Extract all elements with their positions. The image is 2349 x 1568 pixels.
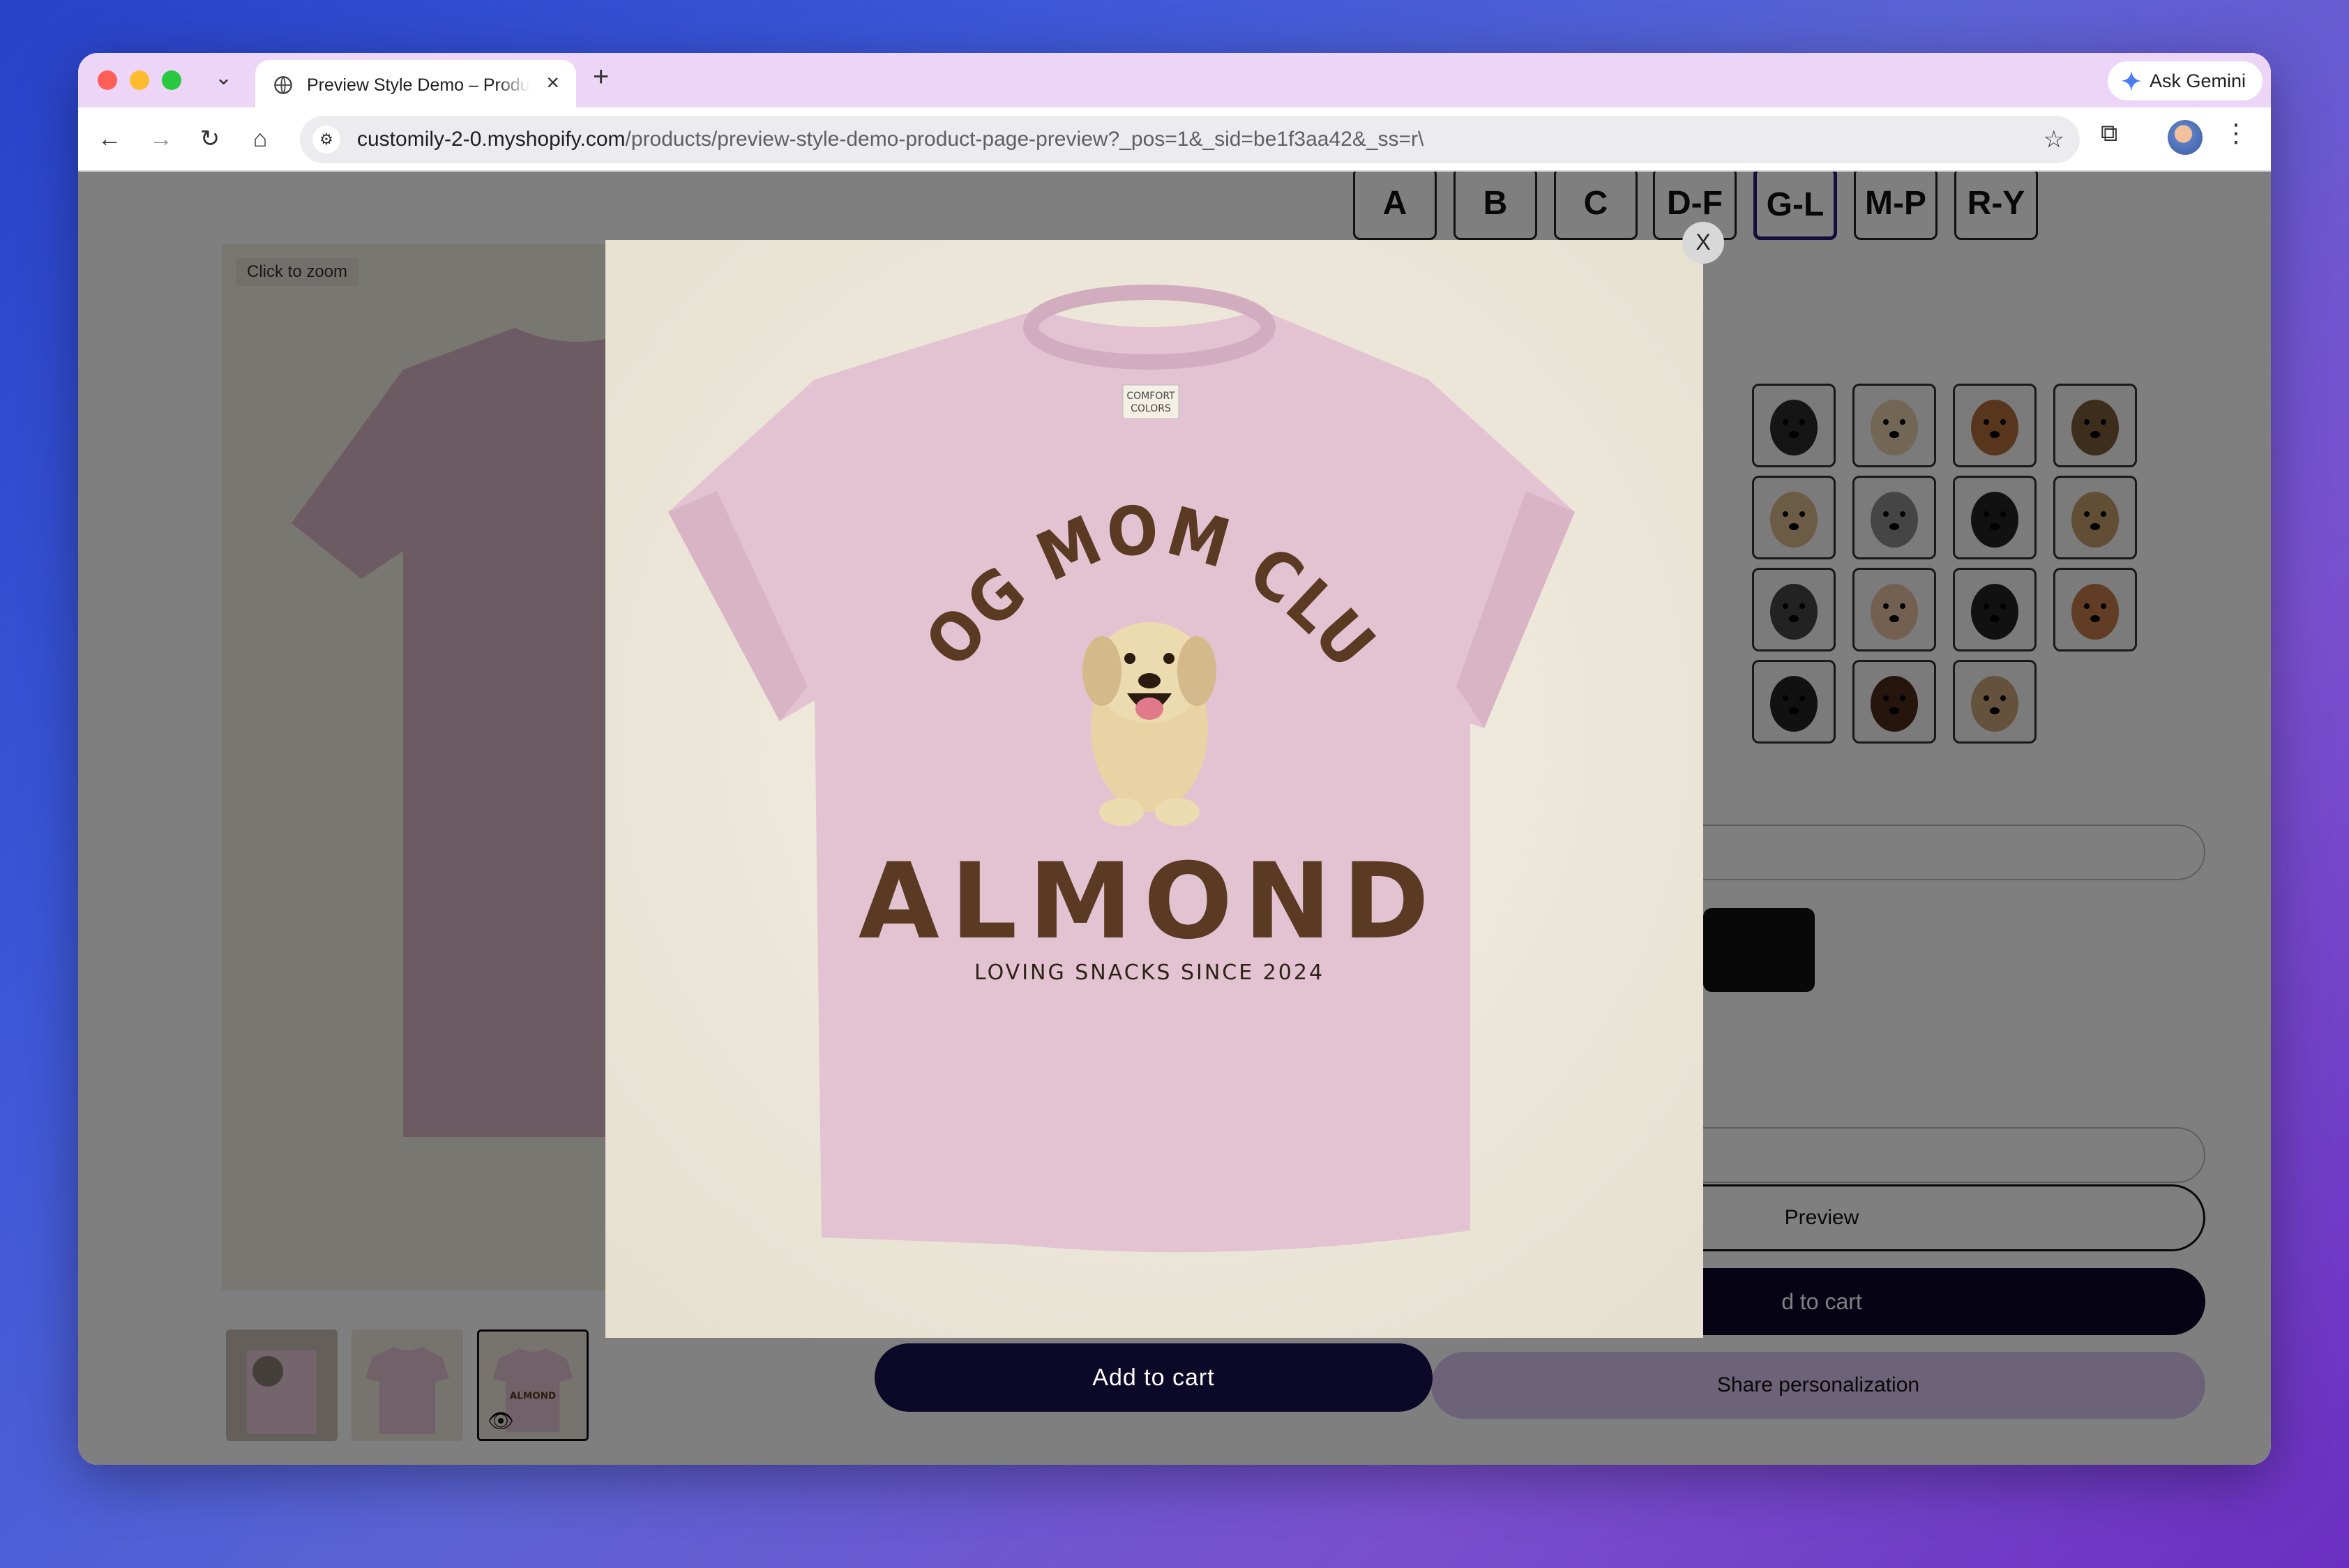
product-page: Click to zoom ALMOND 👁 ABCD-FG-LM-PR-Y P…	[78, 172, 2271, 1465]
maximize-window-button[interactable]	[162, 70, 181, 90]
ask-gemini-label: Ask Gemini	[2149, 70, 2246, 91]
back-icon[interactable]: ←	[92, 121, 127, 156]
modal-close-button[interactable]: X	[1682, 222, 1724, 264]
add-to-cart-button[interactable]: Add to cart	[875, 1343, 1433, 1412]
forward-icon[interactable]: →	[144, 121, 179, 156]
preview-modal: COMFORT COLORS DOG MOM CLUB	[605, 240, 1703, 1338]
globe-icon	[274, 76, 292, 94]
gemini-sparkle-icon	[2121, 70, 2142, 91]
avatar[interactable]	[2168, 120, 2203, 155]
tab-title: Preview Style Demo – Product	[307, 75, 530, 95]
home-icon[interactable]: ⌂	[243, 121, 278, 156]
url-domain: customily-2-0.myshopify.com	[357, 128, 626, 151]
add-to-cart-label: Add to cart	[1092, 1364, 1215, 1391]
minimize-window-button[interactable]	[130, 70, 149, 90]
star-icon[interactable]: ☆	[2044, 126, 2064, 153]
browser-window: ⌄ Preview Style Demo – Product × + Ask G…	[78, 53, 2271, 1465]
puzzle-icon[interactable]: ⧉	[2101, 120, 2117, 147]
url-text[interactable]: customily-2-0.myshopify.com/products/pre…	[357, 128, 1423, 151]
tab-close-icon[interactable]: ×	[546, 70, 559, 96]
shirt-preview-image: COMFORT COLORS DOG MOM CLUB	[605, 240, 1703, 1338]
tab-bar: ⌄ Preview Style Demo – Product × + Ask G…	[78, 53, 2271, 107]
address-bar[interactable]: ⚙ customily-2-0.myshopify.com/products/p…	[300, 116, 2080, 163]
new-tab-button[interactable]: +	[593, 61, 609, 93]
reload-icon[interactable]: ↻	[192, 121, 227, 156]
ask-gemini-button[interactable]: Ask Gemini	[2107, 61, 2263, 100]
url-path: /products/preview-style-demo-product-pag…	[625, 128, 1424, 151]
tab-search-chevron-icon[interactable]: ⌄	[215, 66, 232, 90]
kebab-icon[interactable]: ⋮	[2223, 119, 2249, 148]
shirt-name: ALMOND	[859, 841, 1441, 963]
browser-toolbar: ← → ↻ ⌂ ⚙ customily-2-0.myshopify.com/pr…	[78, 107, 2271, 172]
shirt-tag-line2: COLORS	[1131, 403, 1171, 414]
tab-active[interactable]: Preview Style Demo – Product ×	[255, 60, 576, 107]
shirt-tagline: LOVING SNACKS SINCE 2024	[974, 960, 1324, 985]
close-window-button[interactable]	[98, 70, 117, 90]
shirt-tag-line1: COMFORT	[1126, 391, 1175, 402]
site-settings-icon[interactable]: ⚙	[312, 126, 340, 153]
modal-close-label: X	[1695, 229, 1711, 255]
